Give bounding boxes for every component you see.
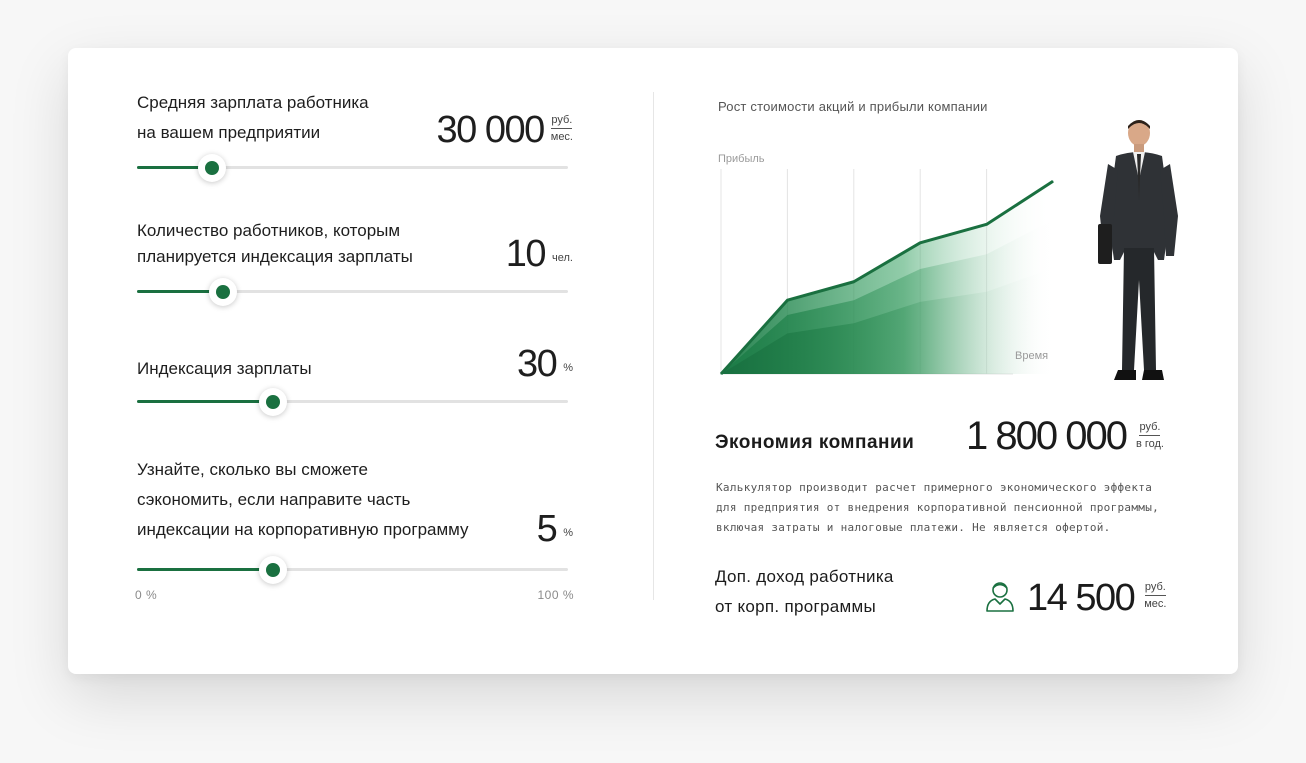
share-label: Узнайте, сколько вы сможете сэкономить, … <box>137 455 469 545</box>
slider-thumb[interactable] <box>258 556 287 584</box>
scale-min: 0 % <box>135 588 158 602</box>
salary-slider[interactable] <box>137 153 568 183</box>
income-label: Доп. доход работника от корп. программы <box>715 562 894 622</box>
share-unit: % <box>563 527 573 539</box>
indexation-slider[interactable] <box>137 387 568 417</box>
share-label-line3: индексации на корпоративную программу <box>137 520 469 539</box>
employees-label-line1: Количество работников, которым <box>137 221 401 240</box>
data-point <box>1052 180 1054 182</box>
data-point <box>786 299 788 301</box>
indexation-label: Индексация зарплаты <box>137 359 312 378</box>
savings-unit: руб. в год. <box>1136 420 1164 451</box>
indexation-unit: % <box>563 362 573 374</box>
slider-thumb[interactable] <box>198 154 227 182</box>
savings-value: 1 800 000 руб. в год. <box>966 414 1164 458</box>
employees-value: 10 чел. <box>506 234 573 274</box>
income-unit-top: руб. <box>1144 580 1166 596</box>
income-label-line1: Доп. доход работника <box>715 567 894 586</box>
calculator-card: Средняя зарплата работника на вашем пред… <box>68 48 1238 674</box>
salary-param: Средняя зарплата работника на вашем пред… <box>137 88 573 188</box>
income-label-line2: от корп. программы <box>715 597 876 616</box>
share-slider[interactable] <box>137 555 568 585</box>
share-label-line2: сэкономить, если направите часть <box>137 490 411 509</box>
salary-unit: руб. мес. <box>551 113 573 144</box>
column-divider <box>653 92 654 600</box>
slider-thumb[interactable] <box>209 278 238 306</box>
share-param: Узнайте, сколько вы сможете сэкономить, … <box>135 455 574 605</box>
income-number: 14 500 <box>1027 577 1136 619</box>
savings-unit-bottom: в год. <box>1135 438 1164 450</box>
salary-number: 30 000 <box>436 109 546 151</box>
employees-label-line2: планируется индексация зарплаты <box>137 247 413 266</box>
person-icon <box>986 582 1014 612</box>
data-point <box>986 223 988 225</box>
employees-slider[interactable] <box>137 277 568 307</box>
savings-number: 1 800 000 <box>966 414 1128 458</box>
data-point <box>919 242 921 244</box>
savings-label: Экономия компании <box>715 432 915 453</box>
income-unit: руб. мес. <box>1144 580 1166 611</box>
share-number: 5 <box>536 508 558 550</box>
share-value: 5 % <box>537 509 573 549</box>
salary-label-line1: Средняя зарплата работника <box>137 93 369 112</box>
y-axis-label: Прибыль <box>718 153 765 165</box>
share-label-line1: Узнайте, сколько вы сможете <box>137 460 369 479</box>
slider-thumb[interactable] <box>258 388 287 416</box>
slider-fill <box>137 568 273 571</box>
income-value: 14 500 руб. мес. <box>985 578 1166 618</box>
savings-unit-top: руб. <box>1139 420 1161 436</box>
indexation-param: Индексация зарплаты 30 % <box>137 340 573 420</box>
chart-title: Рост стоимости акций и прибыли компании <box>718 99 988 114</box>
salary-label-line2: на вашем предприятии <box>137 123 321 142</box>
chart-areas <box>721 181 1053 374</box>
disclaimer-text: Калькулятор производит расчет примерного… <box>716 481 1160 534</box>
indexation-number: 30 <box>516 343 558 385</box>
data-point <box>853 281 855 283</box>
salary-unit-bottom: мес. <box>550 131 573 143</box>
indexation-value: 30 % <box>517 344 573 384</box>
salary-value: 30 000 руб. мес. <box>437 110 573 150</box>
scale-max: 100 % <box>537 588 574 602</box>
businessman-illustration <box>1098 120 1178 380</box>
salary-label: Средняя зарплата работника на вашем пред… <box>137 88 369 148</box>
employees-unit: чел. <box>552 252 573 264</box>
x-axis-label: Время <box>1015 350 1048 362</box>
slider-fill <box>137 400 273 403</box>
employees-number: 10 <box>505 233 547 275</box>
data-point <box>720 373 722 375</box>
income-unit-bottom: мес. <box>1144 598 1167 610</box>
salary-unit-top: руб. <box>551 113 573 129</box>
employees-label: Количество работников, которым планирует… <box>137 218 413 270</box>
growth-chart: Прибыль Время <box>718 153 1054 376</box>
employees-param: Количество работников, которым планирует… <box>137 218 573 318</box>
